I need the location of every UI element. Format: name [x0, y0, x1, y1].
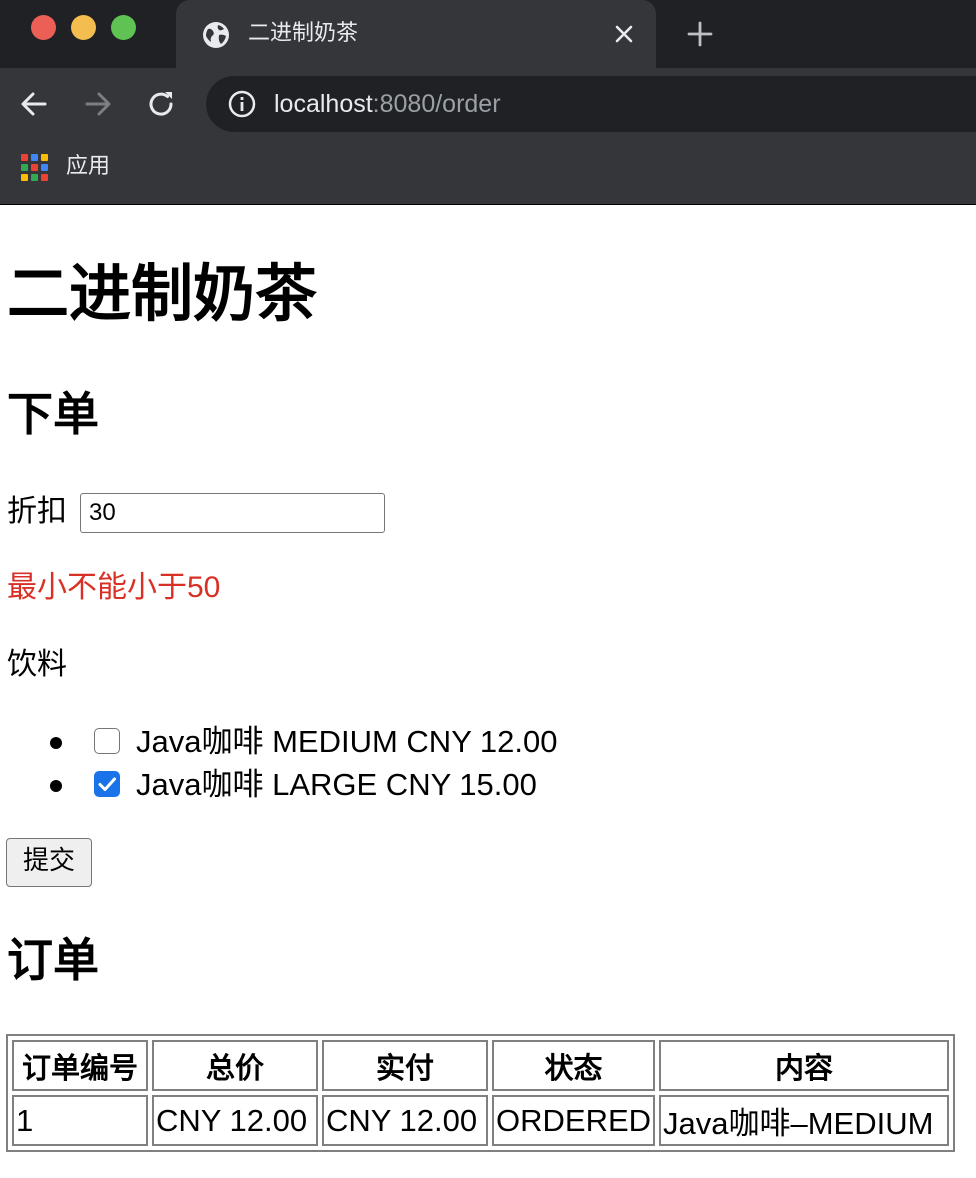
address-bar[interactable]: localhost:8080/order	[206, 76, 976, 132]
drinks-label: 饮料	[7, 647, 67, 682]
drink-list-item: Java咖啡 MEDIUM CNY 12.00	[0, 722, 700, 762]
back-arrow-icon[interactable]	[18, 88, 50, 120]
discount-label: 折扣	[7, 494, 67, 529]
url-path: :8080/order	[372, 90, 501, 118]
browser-tab-strip: 二进制奶茶	[0, 0, 976, 68]
page-content: 二进制奶茶 下单 折扣 30 最小不能小于50 饮料 Java咖啡 MEDIUM…	[0, 206, 976, 1178]
table-cell: 1	[12, 1095, 148, 1146]
column-header: 订单编号	[12, 1040, 148, 1091]
list-bullet	[50, 780, 62, 792]
site-info-icon[interactable]	[228, 90, 256, 118]
table-cell: ORDERED	[492, 1095, 656, 1146]
tab-close-icon[interactable]	[612, 22, 636, 46]
window-maximize-button[interactable]	[111, 15, 136, 40]
drink-label: Java咖啡 MEDIUM CNY 12.00	[136, 724, 558, 759]
url-text: localhost:8080/order	[274, 88, 501, 120]
drink-checkbox[interactable]	[94, 771, 120, 797]
window-minimize-button[interactable]	[71, 15, 96, 40]
bookmark-apps[interactable]: 应用	[66, 153, 110, 181]
table-cell: Java咖啡–MEDIUM	[659, 1095, 950, 1146]
order-heading: 下单	[7, 387, 99, 441]
window-close-button[interactable]	[31, 15, 56, 40]
table-header-row: 订单编号 总价 实付 状态 内容	[12, 1040, 950, 1091]
orders-table: 订单编号 总价 实付 状态 内容 1 CNY 12.00 CNY 12.00 O…	[6, 1034, 956, 1152]
list-bullet	[50, 737, 62, 749]
apps-grid-icon[interactable]	[21, 154, 48, 181]
column-header: 实付	[322, 1040, 488, 1091]
forward-arrow-icon[interactable]	[82, 88, 114, 120]
drink-list-item: Java咖啡 LARGE CNY 15.00	[0, 765, 700, 805]
bookmarks-bar	[0, 140, 976, 205]
column-header: 状态	[492, 1040, 656, 1091]
table-cell: CNY 12.00	[322, 1095, 488, 1146]
discount-input[interactable]: 30	[80, 493, 385, 533]
new-tab-icon[interactable]	[686, 20, 714, 48]
column-header: 总价	[152, 1040, 318, 1091]
url-host: localhost	[274, 90, 373, 118]
table-row: 1 CNY 12.00 CNY 12.00 ORDERED Java咖啡–MED…	[12, 1095, 950, 1146]
tab-title: 二进制奶茶	[248, 21, 359, 46]
orders-heading: 订单	[7, 933, 99, 987]
table-cell: CNY 12.00	[152, 1095, 318, 1146]
reload-icon[interactable]	[146, 88, 178, 120]
globe-icon	[203, 22, 229, 48]
submit-button[interactable]: 提交	[6, 838, 92, 887]
column-header: 内容	[659, 1040, 950, 1091]
error-message: 最小不能小于50	[7, 571, 221, 604]
drink-label: Java咖啡 LARGE CNY 15.00	[136, 767, 537, 802]
page-title: 二进制奶茶	[7, 257, 318, 330]
drink-checkbox[interactable]	[94, 728, 120, 754]
browser-tab[interactable]: 二进制奶茶	[176, 0, 656, 68]
browser-toolbar: localhost:8080/order	[0, 68, 976, 140]
checkmark-icon	[98, 777, 116, 791]
